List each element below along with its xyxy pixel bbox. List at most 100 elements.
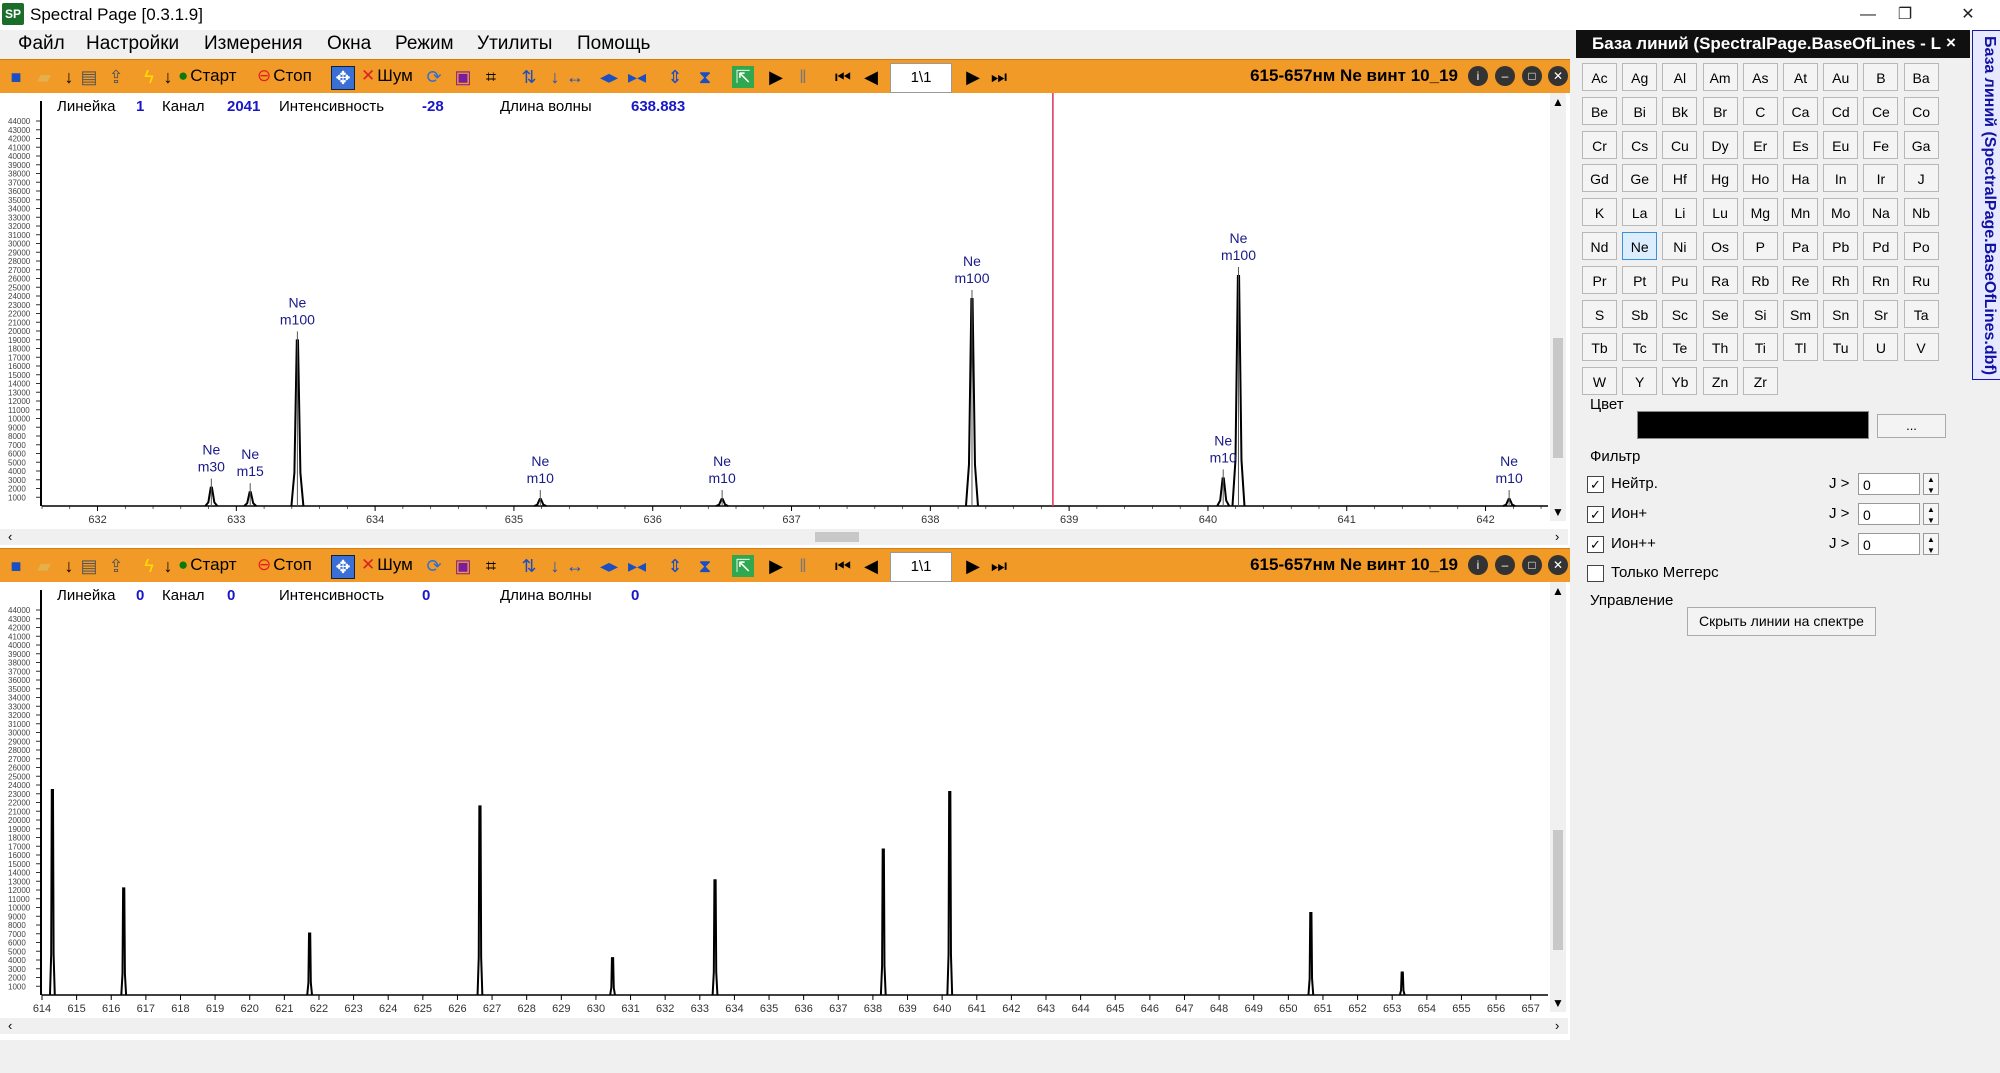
spectrum-plot-bottom[interactable]: 1000200030004000500060007000800090001000… xyxy=(0,582,1550,1022)
print-icon[interactable]: ▤ xyxy=(78,555,100,577)
element-button-se[interactable]: Se xyxy=(1702,299,1738,328)
stop-button[interactable]: ⊖ Стоп xyxy=(257,555,312,575)
color-swatch[interactable] xyxy=(1637,411,1869,439)
element-button-dy[interactable]: Dy xyxy=(1702,130,1738,159)
element-button-nd[interactable]: Nd xyxy=(1582,232,1617,260)
menu-utilities[interactable]: Утилиты xyxy=(477,33,552,55)
element-button-li[interactable]: Li xyxy=(1662,198,1698,227)
expand-h-icon[interactable]: ◂▸ xyxy=(598,555,620,577)
element-button-tl[interactable]: Tl xyxy=(1783,333,1818,362)
minimize-circle-icon[interactable]: – xyxy=(1495,555,1515,575)
auto-scale-icon[interactable]: ⇱ xyxy=(732,66,754,88)
refresh-icon[interactable]: ⟳ xyxy=(423,555,445,577)
close-circle-icon[interactable]: ✕ xyxy=(1548,555,1568,575)
last-frame-icon[interactable]: ⏭ xyxy=(988,66,1010,88)
element-button-fe[interactable]: Fe xyxy=(1863,130,1899,159)
element-button-pu[interactable]: Pu xyxy=(1662,265,1698,294)
collapse-v-icon[interactable]: ⧗ xyxy=(694,66,716,88)
element-button-lu[interactable]: Lu xyxy=(1702,198,1738,227)
expand-h-icon[interactable]: ◂▸ xyxy=(598,66,620,88)
frame-icon[interactable]: ⌗ xyxy=(480,66,502,88)
element-button-bk[interactable]: Bk xyxy=(1662,96,1698,125)
color-picker-button[interactable]: ... xyxy=(1877,414,1946,438)
scroll-up-icon[interactable]: ▲ xyxy=(1552,95,1564,109)
hscroll-bottom[interactable]: ‹ › xyxy=(0,1018,1568,1034)
element-button-zn[interactable]: Zn xyxy=(1702,367,1738,396)
minimize-circle-icon[interactable]: – xyxy=(1495,66,1515,86)
element-button-cs[interactable]: Cs xyxy=(1622,130,1658,159)
element-button-hf[interactable]: Hf xyxy=(1662,164,1698,193)
scroll-right-icon[interactable]: › xyxy=(1555,529,1559,544)
close-circle-icon[interactable]: ✕ xyxy=(1548,66,1568,86)
vscroll-thumb-bottom[interactable] xyxy=(1553,830,1563,950)
element-button-gd[interactable]: Gd xyxy=(1582,164,1617,193)
element-button-hg[interactable]: Hg xyxy=(1702,164,1738,193)
element-button-ra[interactable]: Ra xyxy=(1702,265,1738,294)
element-button-la[interactable]: La xyxy=(1622,198,1658,227)
element-button-ge[interactable]: Ge xyxy=(1622,164,1658,193)
element-button-ni[interactable]: Ni xyxy=(1662,232,1698,260)
arrow-down-icon[interactable]: ↓ xyxy=(58,555,80,577)
element-button-ho[interactable]: Ho xyxy=(1742,164,1778,193)
hscroll-thumb-top[interactable] xyxy=(815,532,859,542)
hscroll-top[interactable]: ‹ › xyxy=(0,529,1568,545)
restore-button[interactable]: ❐ xyxy=(1882,0,1928,30)
save-icon[interactable]: ■ xyxy=(5,66,27,88)
scroll-up-icon[interactable]: ▲ xyxy=(1552,584,1564,598)
last-frame-icon[interactable]: ⏭ xyxy=(988,555,1010,577)
element-button-yb[interactable]: Yb xyxy=(1662,367,1698,396)
element-button-pr[interactable]: Pr xyxy=(1582,265,1617,294)
element-button-sc[interactable]: Sc xyxy=(1662,299,1698,328)
arrow-down-icon-2[interactable]: ↓ xyxy=(157,66,179,88)
filter-ion1-spin[interactable]: ▲ ▼ xyxy=(1923,503,1939,525)
element-button-mg[interactable]: Mg xyxy=(1742,198,1778,227)
next-frame-icon[interactable]: ▶ xyxy=(962,555,984,577)
open-folder-icon[interactable]: ▰ xyxy=(33,555,55,577)
cursor-mode-icon[interactable]: ✥ xyxy=(331,555,355,579)
element-button-u[interactable]: U xyxy=(1863,333,1899,362)
element-button-mn[interactable]: Mn xyxy=(1783,198,1818,227)
stop-button[interactable]: ⊖ Стоп xyxy=(257,66,312,86)
collapse-h-icon[interactable]: ▸◂ xyxy=(626,66,648,88)
hide-lines-button[interactable]: Скрыть линии на спектре xyxy=(1687,607,1876,636)
element-button-co[interactable]: Co xyxy=(1903,96,1939,125)
menu-mode[interactable]: Режим xyxy=(395,33,454,55)
expand-v-icon[interactable]: ⇕ xyxy=(664,66,686,88)
element-button-zr[interactable]: Zr xyxy=(1742,367,1778,396)
element-button-y[interactable]: Y xyxy=(1622,367,1658,396)
scroll-left-icon[interactable]: ‹ xyxy=(8,529,12,544)
element-button-pd[interactable]: Pd xyxy=(1863,232,1899,260)
filter-neutral-spin[interactable]: ▲ ▼ xyxy=(1923,473,1939,495)
range-icon[interactable]: ↔ xyxy=(564,555,586,577)
filter-ion2-checkbox[interactable]: ✓ xyxy=(1587,536,1604,553)
arrow-down-icon-2[interactable]: ↓ xyxy=(157,555,179,577)
element-button-ti[interactable]: Ti xyxy=(1742,333,1778,362)
vscroll-thumb-top[interactable] xyxy=(1553,338,1563,458)
open-folder-icon[interactable]: ▰ xyxy=(33,66,55,88)
vscroll-top[interactable]: ▲ ▼ xyxy=(1550,93,1566,521)
element-button-ba[interactable]: Ba xyxy=(1903,63,1939,91)
element-button-ca[interactable]: Ca xyxy=(1783,96,1818,125)
element-button-sr[interactable]: Sr xyxy=(1863,299,1899,328)
element-button-pa[interactable]: Pa xyxy=(1783,232,1818,260)
frame-counter[interactable]: 1\1 xyxy=(890,63,952,93)
element-button-cr[interactable]: Cr xyxy=(1582,130,1617,159)
spectrum-plot-top[interactable]: 1000200030004000500060007000800090001000… xyxy=(0,93,1550,533)
element-button-v[interactable]: V xyxy=(1903,333,1939,362)
element-button-rh[interactable]: Rh xyxy=(1823,265,1859,294)
scroll-right-icon[interactable]: › xyxy=(1555,1018,1559,1033)
element-button-ne[interactable]: Ne xyxy=(1622,232,1658,260)
sort-icon[interactable]: ⇅ xyxy=(518,555,540,577)
element-button-po[interactable]: Po xyxy=(1903,232,1939,260)
lines-db-close-icon[interactable]: × xyxy=(1946,33,1956,53)
first-frame-icon[interactable]: ⏮ xyxy=(832,66,854,88)
element-button-tb[interactable]: Tb xyxy=(1582,333,1617,362)
refresh-icon[interactable]: ⟳ xyxy=(423,66,445,88)
frame-counter[interactable]: 1\1 xyxy=(890,552,952,582)
element-button-br[interactable]: Br xyxy=(1702,96,1738,125)
element-button-pb[interactable]: Pb xyxy=(1823,232,1859,260)
element-button-mo[interactable]: Mo xyxy=(1823,198,1859,227)
element-button-cd[interactable]: Cd xyxy=(1823,96,1859,125)
print-icon[interactable]: ▤ xyxy=(78,66,100,88)
frame-icon[interactable]: ⌗ xyxy=(480,555,502,577)
